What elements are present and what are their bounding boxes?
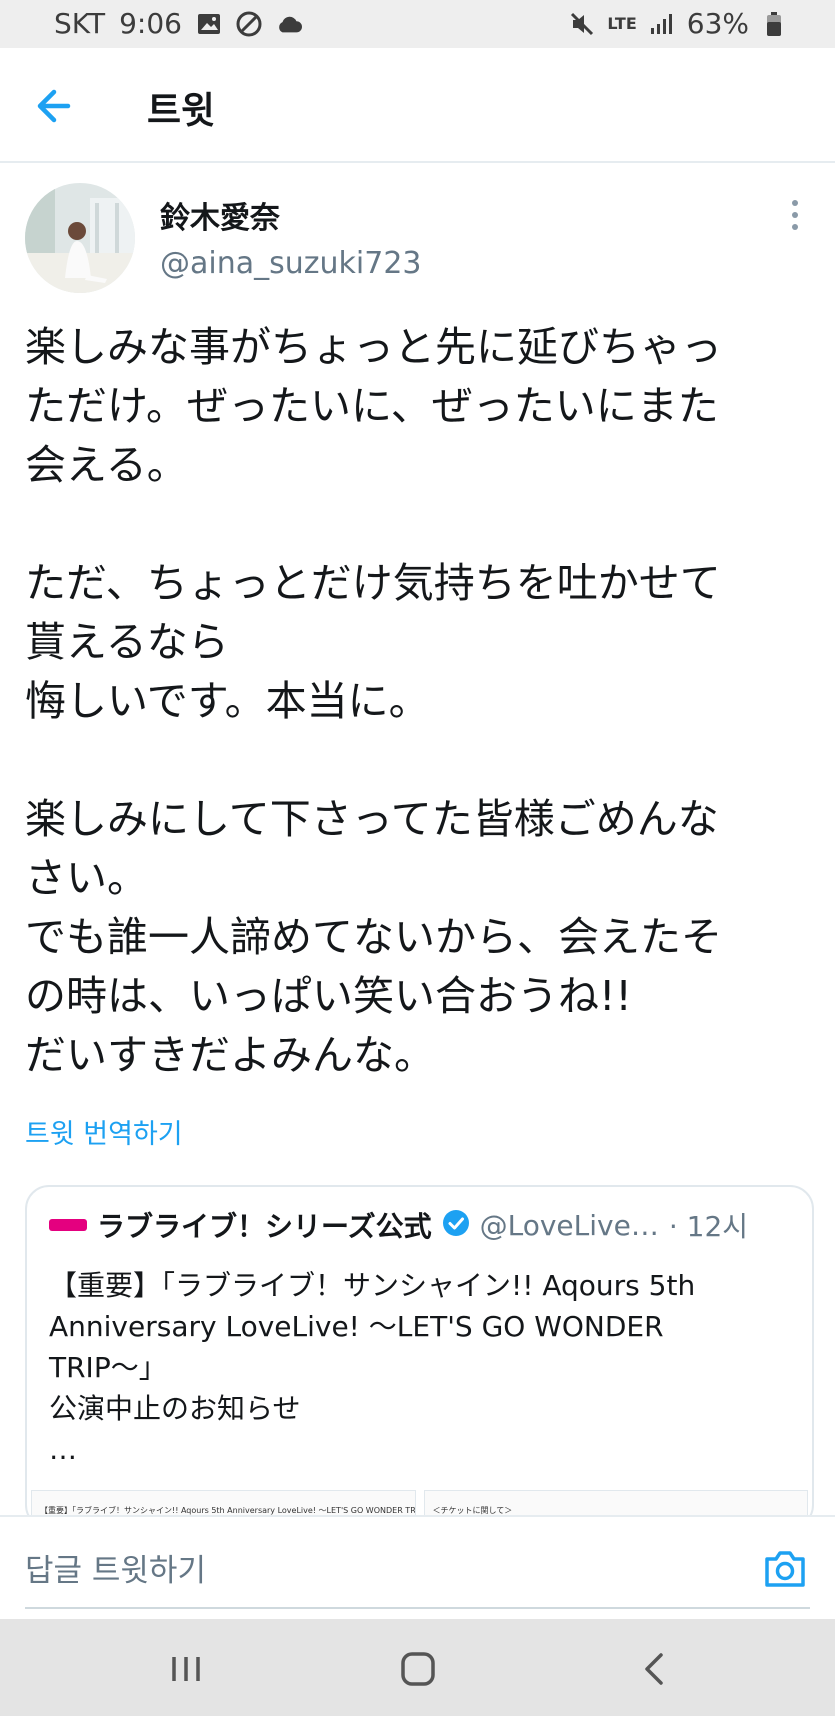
quoted-author-handle: @LoveLive… bbox=[479, 1208, 659, 1242]
reply-input-underline bbox=[25, 1607, 810, 1609]
system-nav-bar bbox=[0, 1619, 835, 1716]
cloud-icon bbox=[276, 11, 302, 37]
more-options-button[interactable] bbox=[780, 198, 810, 232]
battery-percent: 63% bbox=[686, 7, 749, 40]
camera-button[interactable] bbox=[763, 1549, 807, 1589]
signal-icon bbox=[649, 11, 675, 37]
quoted-author-avatar bbox=[49, 1219, 87, 1231]
translate-tweet-link[interactable]: 트윗 번역하기 bbox=[25, 1112, 183, 1151]
mute-icon bbox=[569, 11, 595, 37]
data-saver-icon bbox=[236, 11, 262, 37]
page-title: 트윗 bbox=[147, 89, 216, 132]
tweet-text: 楽しみな事がちょっと先に延びちゃっ ただけ。ぜったいに、ぜったいにまた 会える。… bbox=[25, 323, 722, 1079]
quoted-tweet-text: 【重要】「ラブライブ！サンシャイン!! Aqours 5th Anniversa… bbox=[49, 1269, 696, 1466]
status-left: SKT 9:06 bbox=[54, 7, 302, 40]
author-name[interactable]: 鈴木愛奈 bbox=[160, 193, 280, 237]
author-handle[interactable]: @aina_suzuki723 bbox=[160, 246, 422, 281]
status-bar: SKT 9:06 LTE 63% bbox=[0, 0, 835, 48]
reply-input[interactable]: 답글 트윗하기 bbox=[25, 1545, 206, 1590]
carrier-label: SKT bbox=[54, 7, 106, 40]
clock: 9:06 bbox=[119, 7, 182, 40]
status-right: LTE 63% bbox=[569, 7, 787, 40]
quoted-tweet-card[interactable]: ラブライブ！シリーズ公式 @LoveLive… · 12시 【重要】「ラブライブ… bbox=[25, 1185, 814, 1529]
home-icon bbox=[401, 1652, 435, 1686]
back-button[interactable] bbox=[30, 84, 80, 128]
avatar[interactable] bbox=[25, 183, 135, 293]
camera-icon bbox=[765, 1551, 805, 1587]
recents-icon bbox=[172, 1657, 200, 1681]
quoted-tweet-time: · 12시 bbox=[668, 1210, 749, 1243]
recents-button[interactable] bbox=[166, 1649, 206, 1689]
nav-back-icon bbox=[645, 1653, 663, 1685]
image-notification-icon bbox=[196, 11, 222, 37]
verified-badge-icon bbox=[442, 1209, 470, 1241]
home-button[interactable] bbox=[398, 1649, 438, 1689]
network-type: LTE bbox=[607, 13, 637, 33]
battery-icon bbox=[761, 11, 787, 37]
quoted-author-name: ラブライブ！シリーズ公式 bbox=[97, 1210, 432, 1243]
app-bar: 트윗 bbox=[0, 48, 835, 163]
arrow-left-icon bbox=[37, 89, 71, 123]
nav-back-button[interactable] bbox=[635, 1649, 675, 1689]
more-vertical-icon bbox=[792, 200, 798, 230]
quoted-tweet-header: ラブライブ！シリーズ公式 @LoveLive… · 12시 bbox=[49, 1205, 748, 1245]
reply-composer: 답글 트윗하기 bbox=[0, 1515, 835, 1621]
